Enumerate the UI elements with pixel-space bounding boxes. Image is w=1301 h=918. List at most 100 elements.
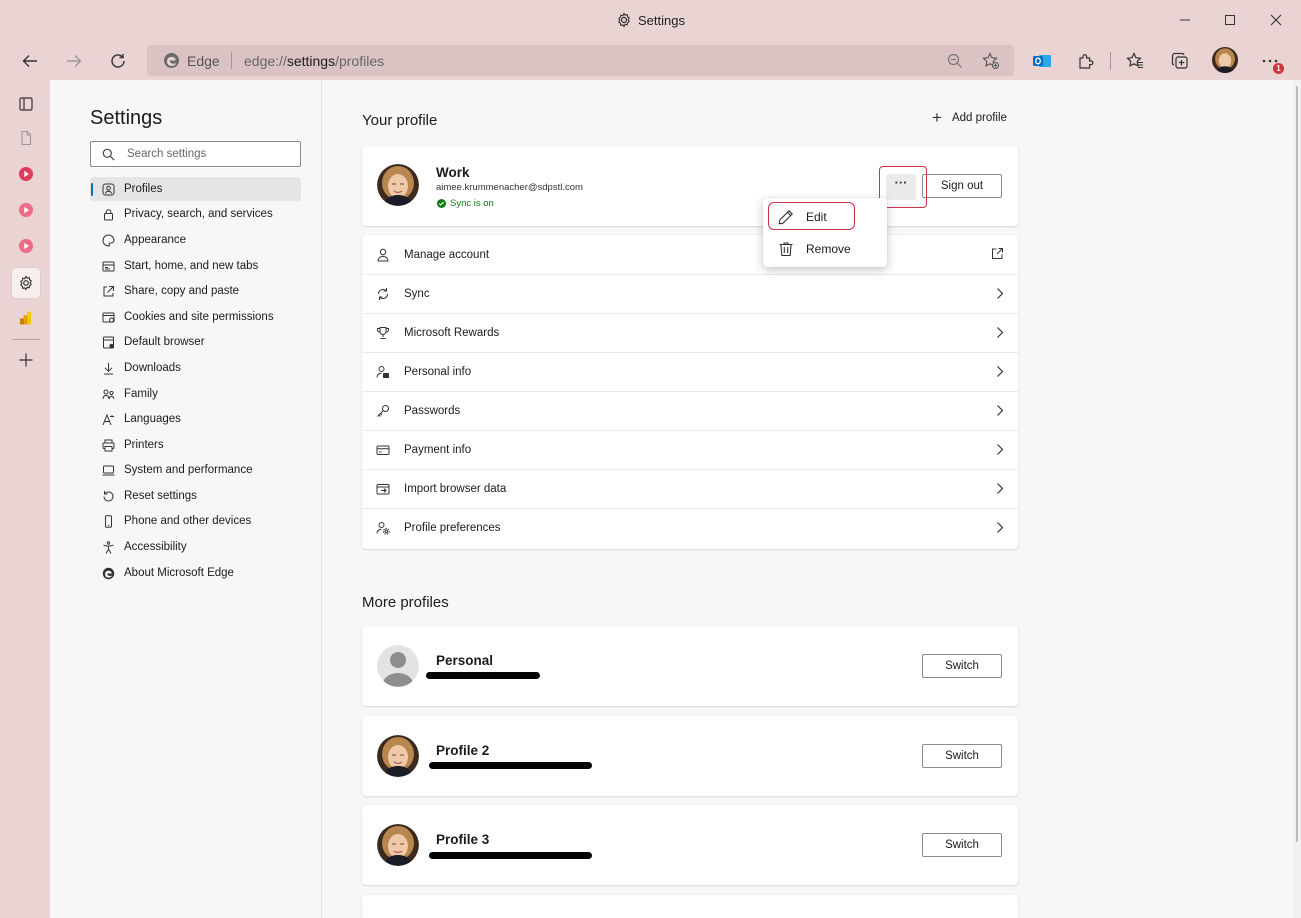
document-icon [21,130,32,146]
avatar [377,645,419,687]
refresh-button[interactable] [106,49,130,73]
appearance-icon [101,233,115,247]
nav-item-printers[interactable]: Printers [90,433,301,457]
sign-out-button[interactable]: Sign out [922,174,1002,198]
sidebar-app-button[interactable] [12,196,40,224]
nav-item-label: Profiles [124,183,163,195]
profile-card-partial [362,895,1018,918]
switch-button[interactable]: Switch [922,744,1002,768]
settings-nav: Settings Profiles Privacy, search, and s… [50,80,322,918]
favorites-button[interactable] [1123,49,1147,73]
sync-status: Sync is on [437,198,494,209]
forward-button[interactable] [62,49,86,73]
nav-item-accessibility[interactable]: Accessibility [90,535,301,559]
sync-icon [375,286,391,302]
power-bi-icon [20,311,31,325]
key-icon [375,403,391,419]
settings-and-more-button[interactable]: 1 [1258,49,1284,74]
profile-button[interactable] [1212,47,1238,73]
extensions-button[interactable] [1074,49,1098,73]
row-personal-info[interactable]: Personal info [362,352,1018,391]
chevron-right-icon [997,444,1004,455]
tab-actions-button[interactable] [12,90,40,118]
search-input[interactable] [127,146,292,162]
nav-item-profiles[interactable]: Profiles [90,177,301,201]
chevron-right-icon [997,483,1004,494]
back-button[interactable] [18,49,42,73]
nav-item-family[interactable]: Family [90,382,301,406]
close-button[interactable] [1266,10,1286,30]
profile-card-personal: Personal Switch [362,626,1018,706]
app-play-icon [19,239,33,253]
nav-item-default-browser[interactable]: Default browser [90,330,301,354]
search-icon [102,148,115,161]
avatar [1212,47,1238,73]
redacted-email [429,852,592,859]
nav-item-languages[interactable]: Languages [90,407,301,431]
person-card-icon [375,364,391,380]
row-payment-info[interactable]: Payment info [362,430,1018,469]
accessibility-icon [101,540,115,554]
outlook-button[interactable] [1030,49,1054,73]
row-label: Import browser data [404,483,507,495]
sidebar-settings-button[interactable] [12,268,40,298]
avatar [377,824,419,866]
favorites-star-icon [1126,52,1143,69]
switch-button[interactable]: Switch [922,833,1002,857]
nav-item-label: Printers [124,439,164,451]
scrollbar-thumb[interactable] [1296,86,1298,842]
row-profile-preferences[interactable]: Profile preferences [362,508,1018,547]
nav-item-label: Start, home, and new tabs [124,260,259,272]
menu-item-edit[interactable]: Edit [763,203,887,231]
row-label: Passwords [404,405,461,417]
collections-button[interactable] [1168,49,1192,73]
nav-item-start-home-tabs[interactable]: Start, home, and new tabs [90,254,301,278]
row-label: Microsoft Rewards [404,327,500,339]
zoom-out-icon[interactable] [947,53,963,69]
settings-title: Settings [90,107,163,129]
minimize-button[interactable] [1175,10,1195,30]
nav-item-share-copy-paste[interactable]: Share, copy and paste [90,279,301,303]
nav-item-privacy[interactable]: Privacy, search, and services [90,202,301,226]
edge-logo-icon [164,53,179,68]
add-favorite-icon[interactable] [982,52,1000,70]
gear-icon [618,12,630,28]
nav-item-cookies[interactable]: Cookies and site permissions [90,305,301,329]
settings-search[interactable] [90,141,301,167]
add-profile-button[interactable]: + Add profile [932,109,1007,126]
row-manage-account[interactable]: Manage account [362,235,1018,274]
close-icon [1270,14,1282,26]
address-bar[interactable]: Edge edge://settings/profiles [147,45,1014,76]
url-text[interactable]: edge://settings/profiles [244,53,384,69]
address-separator [231,52,232,69]
notification-badge: 1 [1273,63,1284,74]
nav-item-phone-devices[interactable]: Phone and other devices [90,509,301,533]
puzzle-icon [1079,54,1094,69]
row-passwords[interactable]: Passwords [362,391,1018,430]
sidebar-app-button[interactable] [12,160,40,188]
nav-item-about-edge[interactable]: About Microsoft Edge [90,561,301,585]
chevron-right-icon [997,405,1004,416]
window-title: Settings [0,12,1301,28]
row-label: Payment info [404,444,472,456]
sidebar-app-button[interactable] [12,232,40,260]
row-sync[interactable]: Sync [362,274,1018,313]
row-import-browser-data[interactable]: Import browser data [362,469,1018,508]
chevron-right-icon [997,288,1004,299]
nav-item-downloads[interactable]: Downloads [90,356,301,380]
menu-item-remove[interactable]: Remove [763,235,887,263]
nav-item-appearance[interactable]: Appearance [90,228,301,252]
more-options-button[interactable]: ··· [886,174,916,200]
sidebar-add-button[interactable] [12,346,40,374]
scrollbar[interactable] [1294,80,1301,918]
nav-item-system-performance[interactable]: System and performance [90,458,301,482]
nav-item-reset-settings[interactable]: Reset settings [90,484,301,508]
sidebar-power-bi-button[interactable] [12,304,40,332]
pencil-icon [778,209,794,225]
profile-card-profile-2: Profile 2 Switch [362,716,1018,796]
switch-button[interactable]: Switch [922,654,1002,678]
toolbar-separator [1110,52,1111,70]
sidebar-document-button[interactable] [12,124,40,152]
row-microsoft-rewards[interactable]: Microsoft Rewards [362,313,1018,352]
maximize-button[interactable] [1220,10,1240,30]
